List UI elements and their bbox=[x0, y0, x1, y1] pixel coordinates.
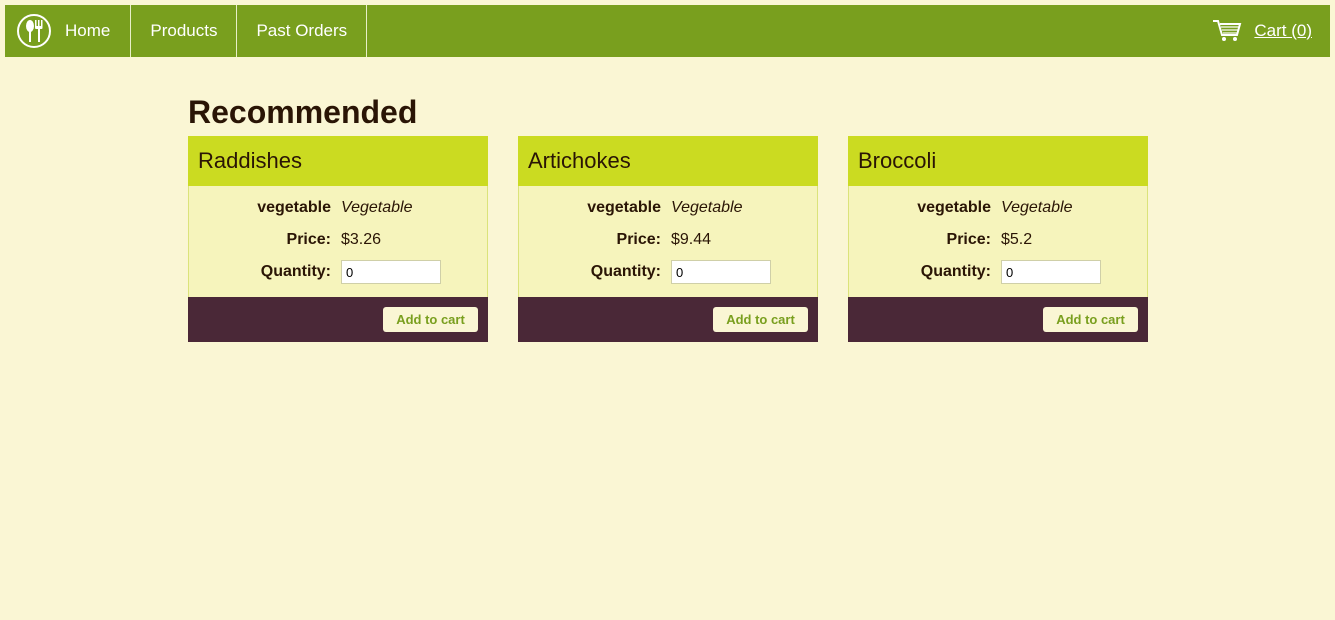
card-footer: Add to cart bbox=[518, 297, 818, 342]
product-list: Raddishes vegetable Vegetable Price: $3.… bbox=[188, 136, 1148, 342]
card-footer: Add to cart bbox=[188, 297, 488, 342]
add-to-cart-button[interactable]: Add to cart bbox=[1043, 307, 1138, 332]
quantity-input[interactable] bbox=[671, 260, 771, 284]
top-navbar: Home Products Past Orders Cart (0) bbox=[5, 5, 1330, 57]
price-value: $9.44 bbox=[671, 231, 712, 248]
nav-link-home[interactable]: Home bbox=[65, 21, 110, 41]
category-label: vegetable bbox=[587, 199, 661, 216]
price-label: Price: bbox=[286, 231, 331, 248]
category-row: vegetable Vegetable bbox=[519, 192, 817, 224]
cart-link[interactable]: Cart (0) bbox=[1254, 21, 1312, 41]
category-value: Vegetable bbox=[1001, 199, 1073, 216]
quantity-input[interactable] bbox=[341, 260, 441, 284]
nav-home[interactable]: Home bbox=[5, 5, 132, 57]
product-card: Broccoli vegetable Vegetable Price: $5.2… bbox=[848, 136, 1148, 342]
price-label: Price: bbox=[946, 231, 991, 248]
quantity-row: Quantity: bbox=[189, 256, 487, 288]
price-label: Price: bbox=[616, 231, 661, 248]
nav-item-products[interactable]: Products bbox=[131, 5, 238, 57]
product-details: vegetable Vegetable Price: $5.2 Quantity… bbox=[848, 186, 1148, 297]
product-card: Artichokes vegetable Vegetable Price: $9… bbox=[518, 136, 818, 342]
quantity-row: Quantity: bbox=[849, 256, 1147, 288]
product-details: vegetable Vegetable Price: $9.44 Quantit… bbox=[518, 186, 818, 297]
page-title: Recommended bbox=[188, 94, 418, 130]
nav-link-past-orders[interactable]: Past Orders bbox=[256, 21, 347, 41]
product-name: Broccoli bbox=[848, 136, 1148, 186]
price-row: Price: $9.44 bbox=[519, 224, 817, 256]
product-name: Artichokes bbox=[518, 136, 818, 186]
category-row: vegetable Vegetable bbox=[189, 192, 487, 224]
product-card: Raddishes vegetable Vegetable Price: $3.… bbox=[188, 136, 488, 342]
category-value: Vegetable bbox=[341, 199, 413, 216]
cart-area: Cart (0) bbox=[1212, 5, 1330, 57]
quantity-row: Quantity: bbox=[519, 256, 817, 288]
category-label: vegetable bbox=[917, 199, 991, 216]
price-row: Price: $3.26 bbox=[189, 224, 487, 256]
card-footer: Add to cart bbox=[848, 297, 1148, 342]
quantity-label: Quantity: bbox=[260, 263, 331, 280]
product-details: vegetable Vegetable Price: $3.26 Quantit… bbox=[188, 186, 488, 297]
product-name: Raddishes bbox=[188, 136, 488, 186]
category-value: Vegetable bbox=[671, 199, 743, 216]
price-value: $3.26 bbox=[341, 231, 382, 248]
shopping-cart-icon[interactable] bbox=[1212, 19, 1242, 43]
nav-item-past-orders[interactable]: Past Orders bbox=[237, 5, 368, 57]
fork-spoon-logo-icon[interactable] bbox=[17, 14, 51, 48]
category-row: vegetable Vegetable bbox=[849, 192, 1147, 224]
category-label: vegetable bbox=[257, 199, 331, 216]
quantity-input[interactable] bbox=[1001, 260, 1101, 284]
quantity-label: Quantity: bbox=[920, 263, 991, 280]
price-value: $5.2 bbox=[1001, 231, 1033, 248]
nav-link-products[interactable]: Products bbox=[150, 21, 217, 41]
add-to-cart-button[interactable]: Add to cart bbox=[713, 307, 808, 332]
price-row: Price: $5.2 bbox=[849, 224, 1147, 256]
quantity-label: Quantity: bbox=[590, 263, 661, 280]
add-to-cart-button[interactable]: Add to cart bbox=[383, 307, 478, 332]
